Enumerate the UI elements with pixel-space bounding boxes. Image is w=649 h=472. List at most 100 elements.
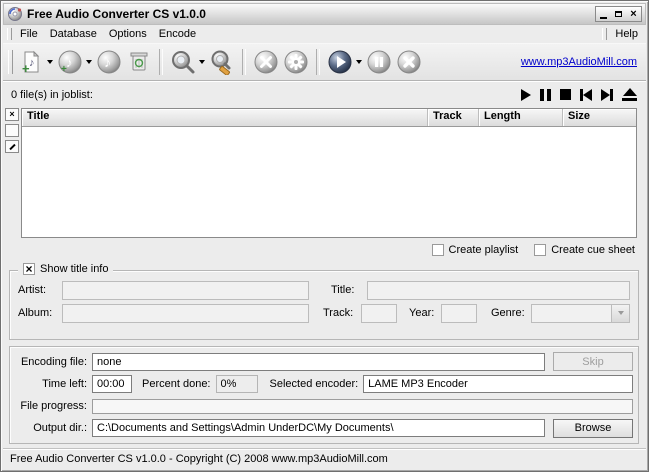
show-title-info-legend: Show title info	[18, 263, 114, 275]
menu-database[interactable]: Database	[44, 26, 103, 42]
close-button[interactable]: ×	[626, 7, 641, 21]
website-link[interactable]: www.mp3AudioMill.com	[521, 56, 637, 68]
check-all-button[interactable]: ×	[5, 108, 19, 121]
create-cue-sheet-checkbox[interactable]	[534, 244, 547, 256]
chevron-down-icon	[617, 311, 624, 315]
add-folder-icon: ♪ +	[58, 50, 82, 75]
app-icon	[7, 6, 23, 22]
selected-encoder-label: Selected encoder:	[269, 377, 359, 390]
file-progress-bar	[92, 398, 633, 414]
create-playlist-option: Create playlist	[431, 244, 519, 256]
play-track-button[interactable]: ♪	[95, 48, 123, 76]
window-title: Free Audio Converter CS v1.0.0	[27, 7, 206, 21]
encoding-section: Encoding file: Skip Time left: Percent d…	[9, 346, 639, 444]
cd-lookup-dropdown-icon[interactable]	[199, 60, 205, 64]
settings-button[interactable]	[282, 48, 310, 76]
stop-encoding-button[interactable]	[395, 48, 423, 76]
pause-button[interactable]	[540, 88, 551, 102]
year-field	[441, 303, 477, 323]
add-folder-button[interactable]: ♪ +	[56, 48, 93, 76]
invert-check-button[interactable]	[5, 140, 19, 153]
column-header-length[interactable]: Length	[479, 109, 563, 126]
app-window: Free Audio Converter CS v1.0.0 × File Da…	[0, 0, 649, 472]
play-button[interactable]	[521, 88, 531, 102]
column-header-size[interactable]: Size	[563, 109, 636, 126]
selected-encoder-field[interactable]	[363, 374, 633, 393]
create-playlist-label: Create playlist	[448, 244, 519, 256]
joblist-table: Title Track Length Size	[21, 108, 637, 238]
add-files-button[interactable]: ♪ +	[17, 48, 54, 76]
uncheck-all-button[interactable]	[5, 124, 19, 137]
table-header: Title Track Length Size	[22, 109, 636, 127]
output-dir-field[interactable]	[92, 419, 545, 438]
add-folder-dropdown-icon[interactable]	[86, 60, 92, 64]
genre-dropdown-button[interactable]	[611, 304, 629, 322]
create-playlist-checkbox[interactable]	[431, 244, 444, 256]
toolbar-separator	[242, 49, 246, 75]
toolbar-gripper[interactable]	[8, 50, 13, 74]
menu-encode[interactable]: Encode	[153, 26, 202, 42]
stop-button[interactable]	[560, 88, 571, 102]
create-cue-sheet-option: Create cue sheet	[534, 244, 635, 256]
title-label: Title:	[331, 284, 355, 296]
transport-controls	[521, 88, 637, 102]
toolbar-separator	[316, 49, 320, 75]
clear-joblist-button[interactable]	[125, 48, 153, 76]
pause-icon	[367, 50, 391, 74]
table-body[interactable]	[22, 127, 636, 237]
svg-text:♪: ♪	[29, 57, 35, 69]
maximize-button[interactable]	[611, 7, 626, 21]
show-title-info-label: Show title info	[40, 263, 109, 275]
encoding-status-row: Time left: Percent done: Selected encode…	[15, 374, 633, 393]
start-encoding-dropdown-icon[interactable]	[356, 60, 362, 64]
next-button[interactable]	[601, 88, 613, 102]
browse-button[interactable]: Browse	[553, 418, 633, 438]
titlebar[interactable]: Free Audio Converter CS v1.0.0 ×	[3, 3, 646, 25]
menubar-gripper[interactable]	[7, 28, 12, 40]
menu-bar: File Database Options Encode Help	[3, 25, 646, 43]
trash-icon	[130, 52, 148, 71]
gear-icon	[284, 50, 308, 74]
svg-text:♪: ♪	[104, 54, 111, 70]
genre-combobox[interactable]	[531, 303, 630, 323]
encoding-file-field[interactable]	[92, 352, 545, 371]
track-label: Track:	[323, 307, 354, 319]
play-icon	[328, 50, 352, 74]
menu-file[interactable]: File	[14, 26, 44, 42]
minimize-icon	[600, 16, 607, 19]
eject-button[interactable]	[622, 88, 637, 102]
add-files-dropdown-icon[interactable]	[47, 60, 53, 64]
artist-label: Artist:	[18, 284, 47, 296]
pause-icon	[540, 88, 544, 101]
status-bar: Free Audio Converter CS v1.0.0 - Copyrig…	[3, 448, 646, 469]
toolbar: ♪ + ♪ + ♪ www.mp3AudioMill.com	[3, 43, 646, 81]
tools-icon	[254, 50, 278, 74]
menu-help[interactable]: Help	[609, 26, 644, 42]
playlist-options-row: Create playlist Create cue sheet	[3, 241, 635, 259]
toolbar-separator	[159, 49, 163, 75]
menubar-gripper-right[interactable]	[602, 28, 608, 40]
music-note-icon: ♪	[97, 50, 121, 74]
start-encoding-button[interactable]	[326, 48, 363, 76]
tools-button[interactable]	[252, 48, 280, 76]
title-info-row-1: Artist: Title:	[18, 280, 630, 300]
title-info-group: Show title info Artist: Title: Album: Tr…	[9, 263, 639, 340]
skip-button[interactable]: Skip	[553, 352, 633, 372]
add-files-icon: ♪ +	[22, 50, 40, 75]
show-title-info-checkbox[interactable]	[23, 263, 35, 275]
cddb-edit-button[interactable]	[208, 48, 236, 76]
genre-label: Genre:	[491, 307, 525, 319]
pause-encoding-button[interactable]	[365, 48, 393, 76]
column-header-track[interactable]: Track	[428, 109, 479, 126]
time-left-field[interactable]	[92, 374, 132, 393]
next-icon	[601, 88, 610, 101]
maximize-icon	[615, 11, 622, 17]
menu-options[interactable]: Options	[103, 26, 153, 42]
encoding-file-label: Encoding file:	[20, 355, 87, 368]
title-info-row-2: Album: Track: Year: Genre:	[18, 303, 630, 323]
previous-button[interactable]	[580, 88, 592, 102]
cd-lookup-button[interactable]	[169, 48, 206, 76]
column-header-title[interactable]: Title	[22, 109, 428, 126]
minimize-button[interactable]	[596, 7, 611, 21]
output-dir-label: Output dir.:	[33, 422, 87, 435]
